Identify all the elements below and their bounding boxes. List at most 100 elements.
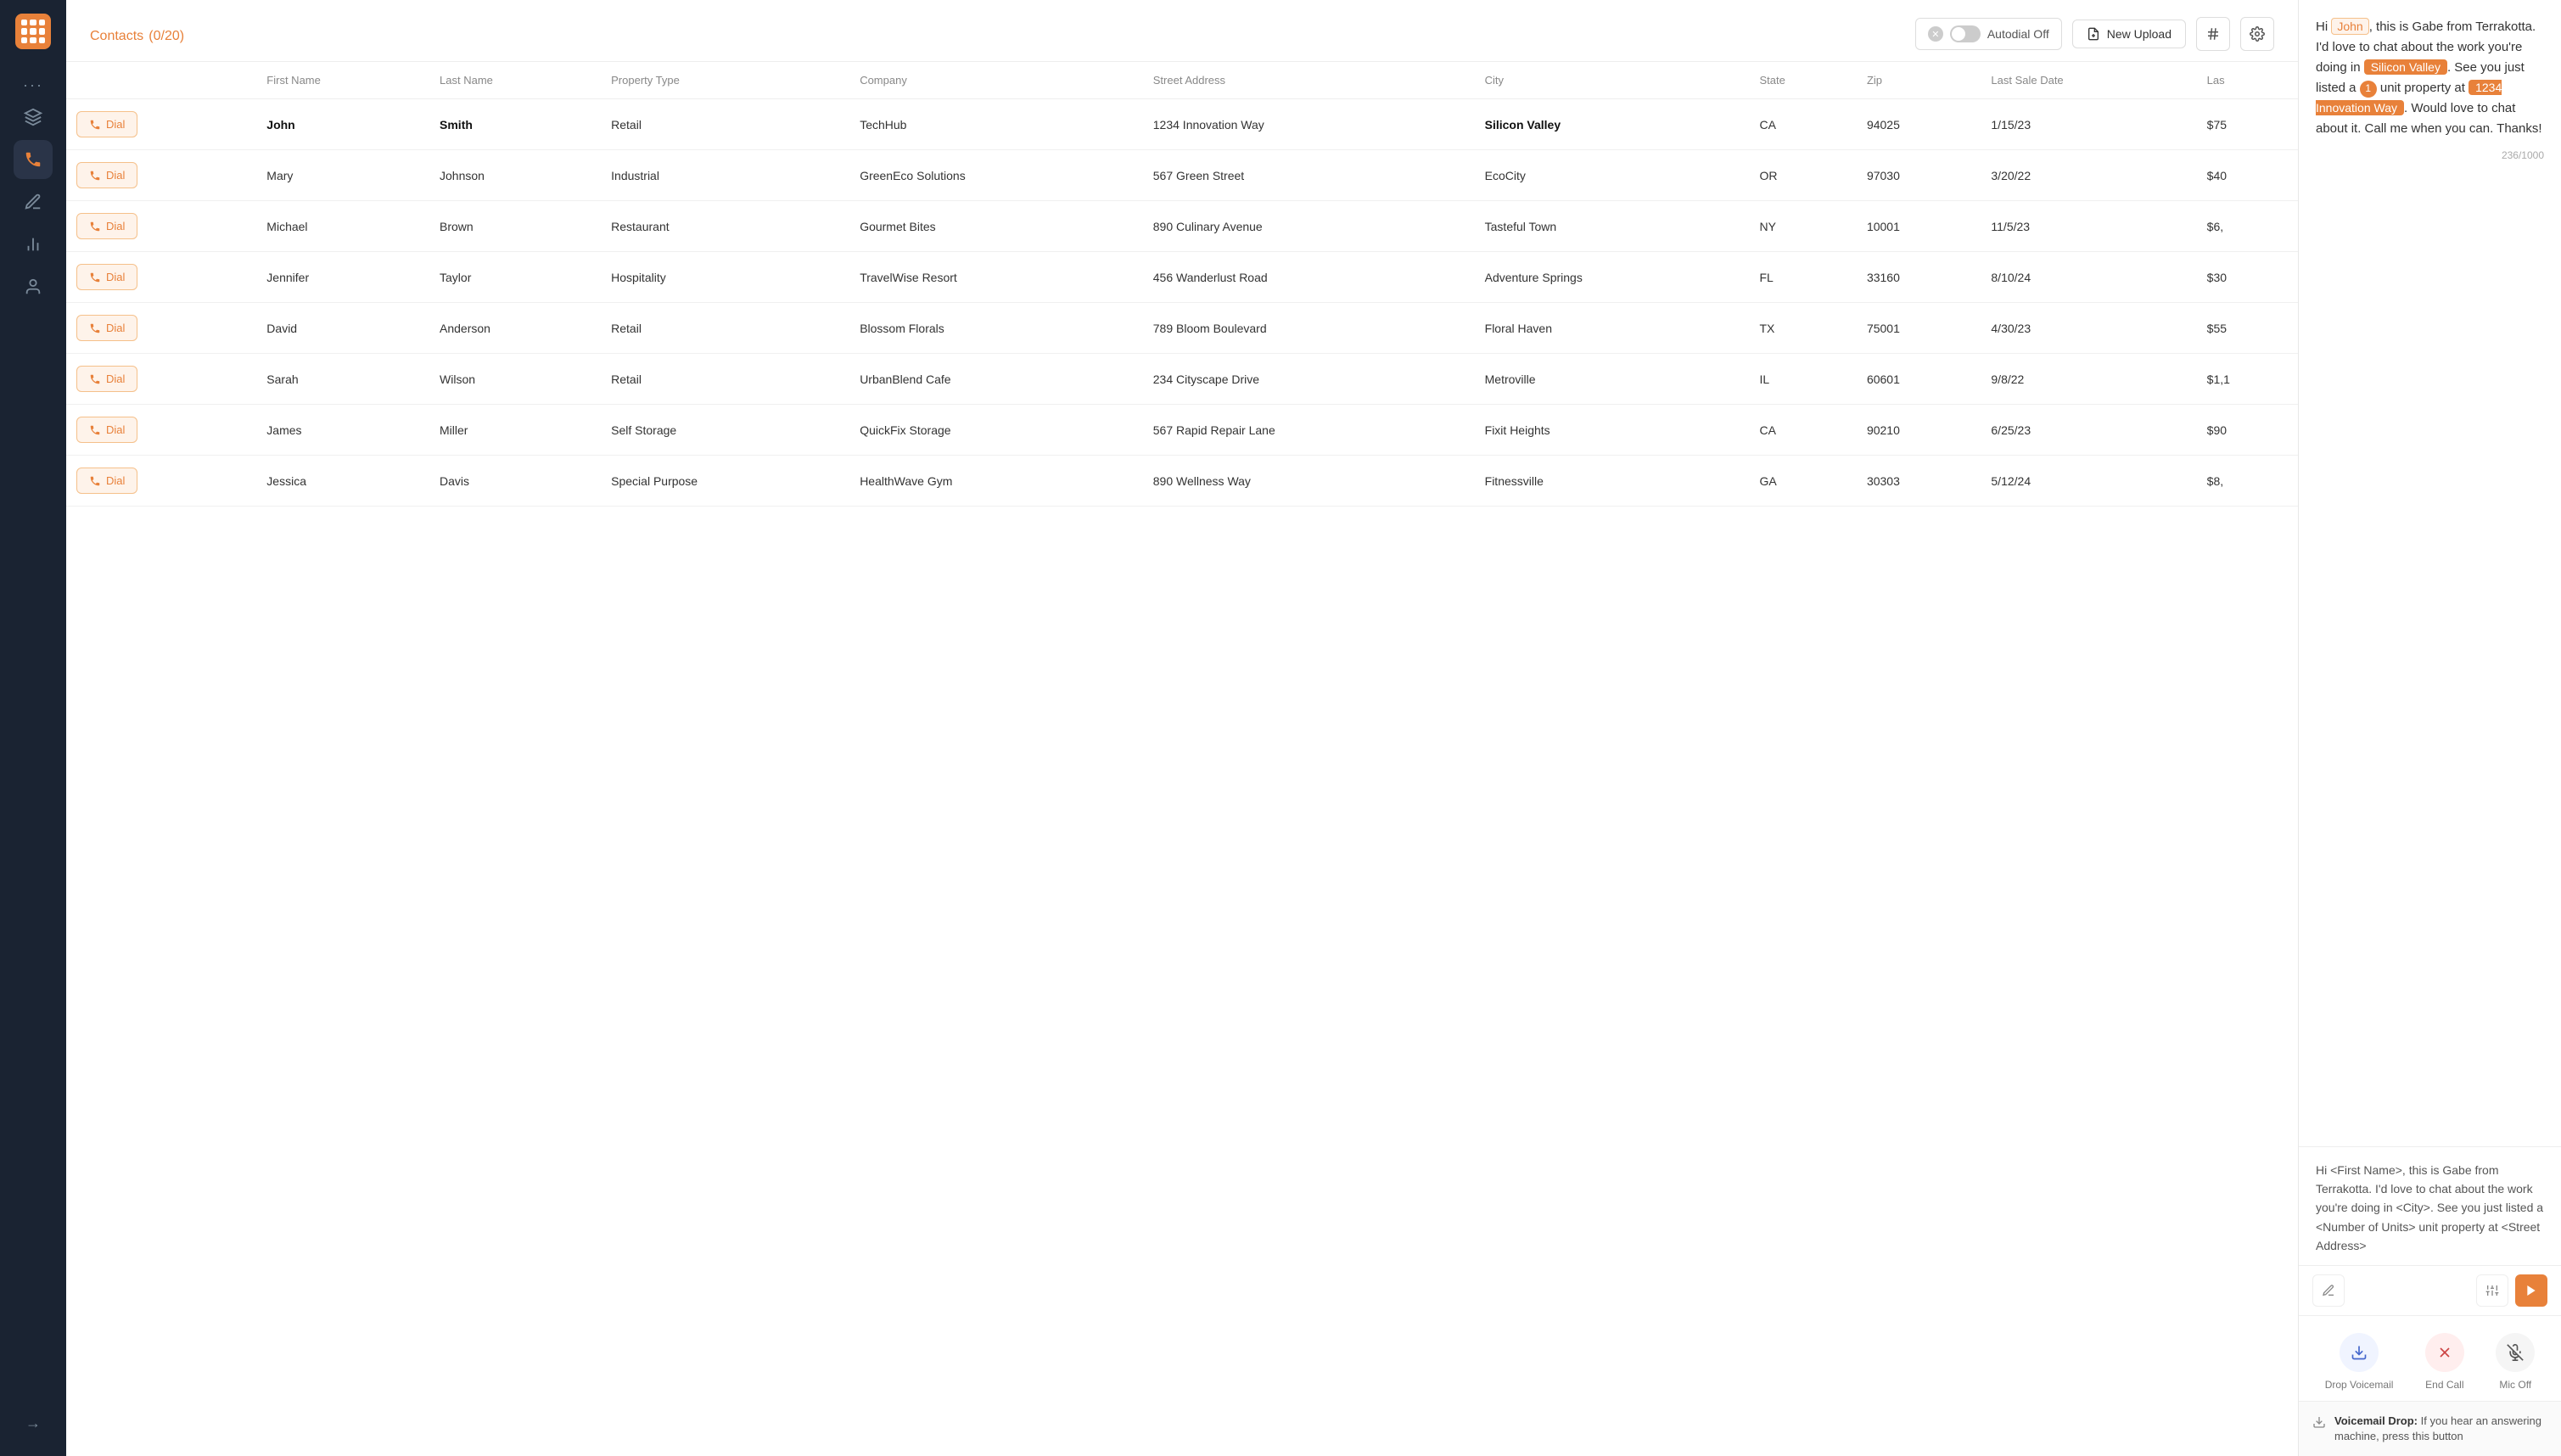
contacts-table: First Name Last Name Property Type Compa… (66, 62, 2298, 507)
dial-button[interactable]: Dial (76, 468, 137, 494)
amount-cell: $90 (2197, 405, 2298, 456)
zip-cell: 30303 (1857, 456, 1981, 507)
right-panel: Hi John, this is Gabe from Terrakotta. I… (2298, 0, 2561, 1456)
dial-button[interactable]: Dial (76, 417, 137, 443)
sidebar-item-chart[interactable] (14, 225, 53, 264)
address-cell: 890 Wellness Way (1143, 456, 1475, 507)
phone-icon (89, 424, 101, 436)
table-row: Dial Jennifer Taylor Hospitality TravelW… (66, 252, 2298, 303)
city-cell: Floral Haven (1475, 303, 1750, 354)
table-row: Dial James Miller Self Storage QuickFix … (66, 405, 2298, 456)
num-highlight: 1 (2360, 81, 2377, 98)
company-cell: QuickFix Storage (849, 405, 1143, 456)
sidebar-item-layers[interactable] (14, 98, 53, 137)
col-company: Company (849, 62, 1143, 99)
edit-message-button[interactable] (2312, 1274, 2345, 1307)
phone-icon (89, 475, 101, 487)
state-cell: CA (1749, 405, 1856, 456)
dial-button[interactable]: Dial (76, 162, 137, 188)
city-cell: Tasteful Town (1475, 201, 1750, 252)
city-cell: EcoCity (1475, 150, 1750, 201)
sidebar-collapse-button[interactable]: → (14, 1403, 53, 1442)
phone-icon (89, 272, 101, 283)
zip-cell: 10001 (1857, 201, 1981, 252)
table-row: Dial Sarah Wilson Retail UrbanBlend Cafe… (66, 354, 2298, 405)
sale-date-cell: 4/30/23 (1981, 303, 2196, 354)
amount-cell: $1,1 (2197, 354, 2298, 405)
autodial-toggle[interactable]: ✕ Autodial Off (1915, 18, 2062, 50)
header-controls: ✕ Autodial Off New Upload (1915, 17, 2274, 51)
mic-off-button[interactable]: Mic Off (2496, 1333, 2535, 1391)
first-name-cell: Michael (256, 201, 429, 252)
settings-button[interactable] (2240, 17, 2274, 51)
col-sale-date: Last Sale Date (1981, 62, 2196, 99)
dial-button[interactable]: Dial (76, 213, 137, 239)
sidebar-item-user[interactable] (14, 267, 53, 306)
address-cell: 890 Culinary Avenue (1143, 201, 1475, 252)
zip-cell: 75001 (1857, 303, 1981, 354)
last-name-cell: Brown (429, 201, 601, 252)
col-state: State (1749, 62, 1856, 99)
city-cell: Adventure Springs (1475, 252, 1750, 303)
last-name-cell: Miller (429, 405, 601, 456)
state-cell: TX (1749, 303, 1856, 354)
address-cell: 789 Bloom Boulevard (1143, 303, 1475, 354)
voicemail-drop-info: Voicemail Drop: If you hear an answering… (2299, 1402, 2561, 1456)
dial-cell: Dial (66, 99, 256, 150)
template-text-section: Hi <First Name>, this is Gabe from Terra… (2299, 1147, 2561, 1266)
contacts-table-container: First Name Last Name Property Type Compa… (66, 62, 2298, 1456)
state-cell: IL (1749, 354, 1856, 405)
message-actions-bar (2299, 1266, 2561, 1316)
new-upload-button[interactable]: New Upload (2072, 20, 2186, 48)
zip-cell: 60601 (1857, 354, 1981, 405)
amount-cell: $6, (2197, 201, 2298, 252)
col-last: Las (2197, 62, 2298, 99)
drop-voicemail-button[interactable]: Drop Voicemail (2325, 1333, 2394, 1391)
address-cell: 1234 Innovation Way (1143, 99, 1475, 150)
company-cell: TravelWise Resort (849, 252, 1143, 303)
dial-button[interactable]: Dial (76, 111, 137, 137)
toggle-track (1950, 25, 1981, 42)
property-type-cell: Self Storage (601, 405, 849, 456)
char-count: 236/1000 (2316, 149, 2544, 161)
property-type-cell: Industrial (601, 150, 849, 201)
city-cell: Fitnessville (1475, 456, 1750, 507)
sliders-icon (2485, 1284, 2499, 1297)
dial-button[interactable]: Dial (76, 366, 137, 392)
voicemail-drop-text: Voicemail Drop: If you hear an answering… (2334, 1414, 2547, 1444)
send-message-button[interactable] (2515, 1274, 2547, 1307)
property-type-cell: Restaurant (601, 201, 849, 252)
city-cell: Fixit Heights (1475, 405, 1750, 456)
table-row: Dial Mary Johnson Industrial GreenEco So… (66, 150, 2298, 201)
dial-button[interactable]: Dial (76, 264, 137, 290)
amount-cell: $40 (2197, 150, 2298, 201)
last-name-cell: Anderson (429, 303, 601, 354)
mic-icon (2496, 1333, 2535, 1372)
sidebar-item-edit[interactable] (14, 182, 53, 221)
sidebar-item-phone[interactable] (14, 140, 53, 179)
amount-cell: $30 (2197, 252, 2298, 303)
settings-message-button[interactable] (2476, 1274, 2508, 1307)
hash-button[interactable] (2196, 17, 2230, 51)
dial-button[interactable]: Dial (76, 315, 137, 341)
dial-cell: Dial (66, 201, 256, 252)
mic-off-label: Mic Off (2499, 1379, 2531, 1391)
address-cell: 567 Green Street (1143, 150, 1475, 201)
more-options-icon[interactable]: ··· (23, 76, 43, 94)
state-cell: FL (1749, 252, 1856, 303)
sale-date-cell: 3/20/22 (1981, 150, 2196, 201)
drop-voicemail-label: Drop Voicemail (2325, 1379, 2394, 1391)
zip-cell: 33160 (1857, 252, 1981, 303)
upload-icon (2087, 27, 2100, 41)
name-highlight: John (2331, 18, 2368, 35)
end-call-button[interactable]: End Call (2425, 1333, 2464, 1391)
phone-icon (89, 322, 101, 334)
end-call-icon (2425, 1333, 2464, 1372)
col-street-address: Street Address (1143, 62, 1475, 99)
dial-cell: Dial (66, 303, 256, 354)
state-cell: GA (1749, 456, 1856, 507)
address-cell: 567 Rapid Repair Lane (1143, 405, 1475, 456)
phone-icon (89, 119, 101, 131)
zip-cell: 90210 (1857, 405, 1981, 456)
page-header: Contacts (0/20) ✕ Autodial Off New Uploa… (66, 0, 2298, 62)
